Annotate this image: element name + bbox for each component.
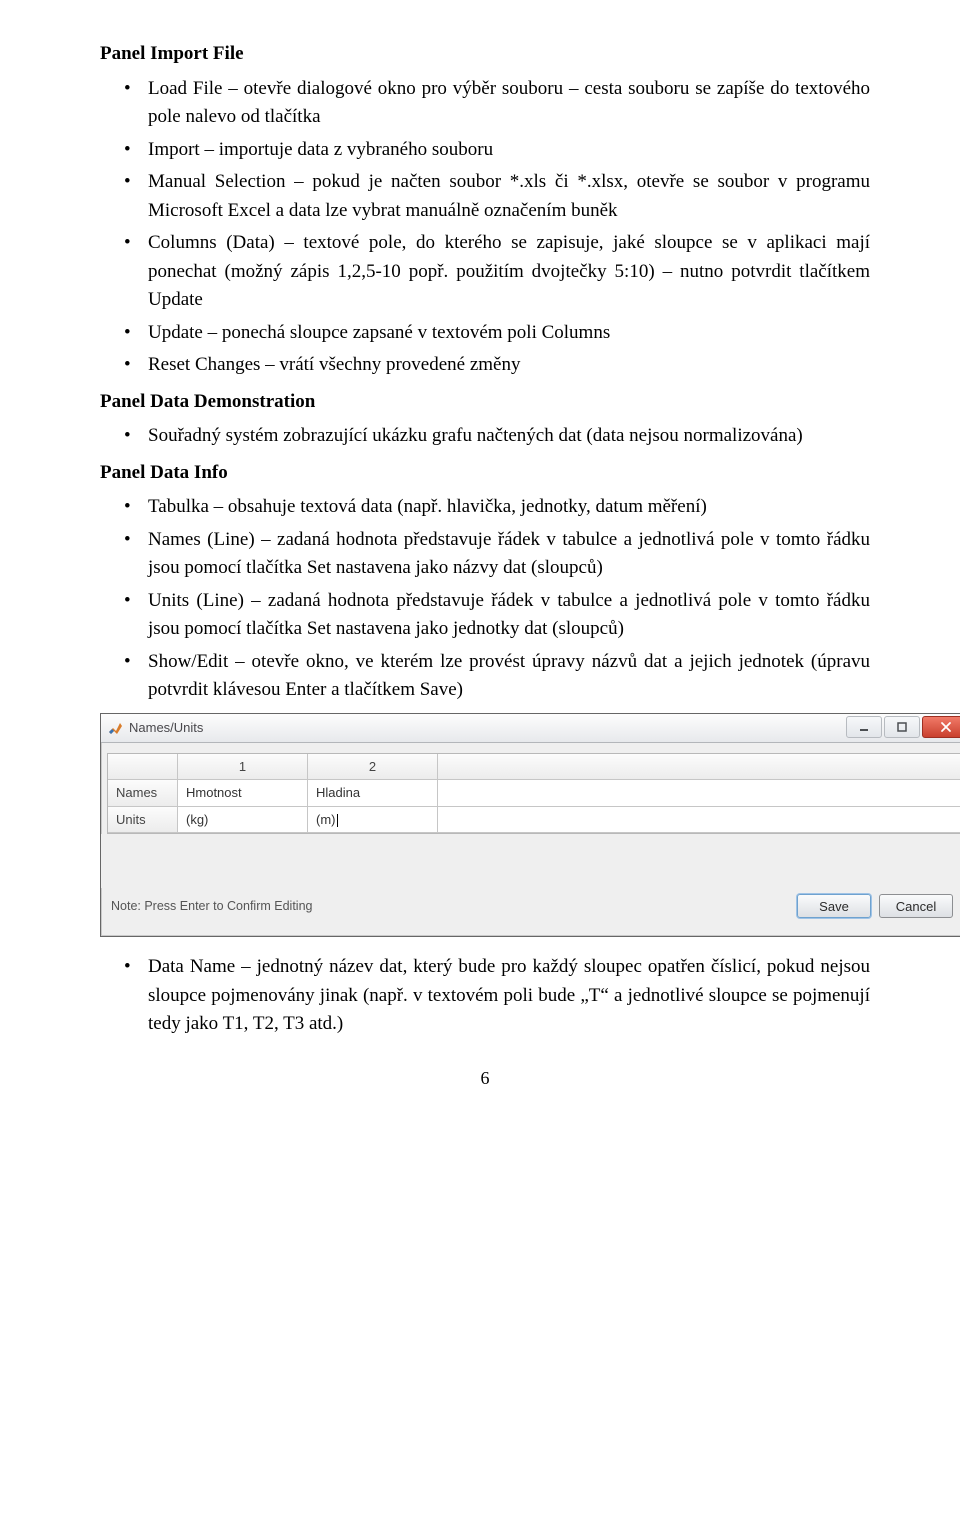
- names-units-window: Names/Units 1 2: [100, 713, 960, 938]
- list-item: Load File – otevře dialogové okno pro vý…: [100, 75, 870, 132]
- window-empty-area: [101, 834, 960, 888]
- editing-note-label: Note: Press Enter to Confirm Editing: [111, 897, 789, 916]
- bullet-list: Souřadný systém zobrazující ukázku grafu…: [100, 422, 870, 451]
- window-titlebar[interactable]: Names/Units: [101, 714, 960, 743]
- text-caret-icon: [337, 814, 338, 827]
- list-item: Reset Changes – vrátí všechny provedené …: [100, 351, 870, 380]
- matlab-icon: [107, 720, 123, 736]
- section-title-data-demonstration: Panel Data Demonstration: [100, 388, 870, 417]
- row-header-units: Units: [108, 807, 178, 834]
- list-item: Manual Selection – pokud je načten soubo…: [100, 168, 870, 225]
- bullet-list: Tabulka – obsahuje textová data (např. h…: [100, 493, 870, 705]
- document-page: Panel Import File Load File – otevře dia…: [0, 0, 960, 1122]
- bullet-list: Data Name – jednotný název dat, který bu…: [100, 953, 870, 1039]
- col-header-2[interactable]: 2: [308, 754, 438, 781]
- list-item: Show/Edit – otevře okno, ve kterém lze p…: [100, 648, 870, 705]
- list-item: Tabulka – obsahuje textová data (např. h…: [100, 493, 870, 522]
- list-item: Names (Line) – zadaná hodnota představuj…: [100, 526, 870, 583]
- section-title-data-info: Panel Data Info: [100, 459, 870, 488]
- col-header-blank: [108, 754, 178, 781]
- list-item: Data Name – jednotný název dat, který bu…: [100, 953, 870, 1039]
- bullet-list: Load File – otevře dialogové okno pro vý…: [100, 75, 870, 380]
- close-button[interactable]: [922, 716, 960, 738]
- section-title-import-file: Panel Import File: [100, 40, 870, 69]
- page-number: 6: [100, 1065, 870, 1092]
- col-header-1[interactable]: 1: [178, 754, 308, 781]
- window-title: Names/Units: [129, 718, 845, 738]
- list-item: Import – importuje data z vybraného soub…: [100, 136, 870, 165]
- list-item: Units (Line) – zadaná hodnota představuj…: [100, 587, 870, 644]
- list-item: Update – ponechá sloupce zapsané v texto…: [100, 319, 870, 348]
- save-button[interactable]: Save: [797, 894, 871, 918]
- row-header-names: Names: [108, 780, 178, 807]
- window-bottom-bar: Note: Press Enter to Confirm Editing Sav…: [101, 888, 960, 926]
- cell-units-1[interactable]: (kg): [178, 807, 308, 834]
- list-item: Souřadný systém zobrazující ukázku grafu…: [100, 422, 870, 451]
- names-units-table[interactable]: 1 2 Names Hmotnost Hladina Units (kg) (m…: [107, 753, 960, 835]
- minimize-button[interactable]: [846, 716, 882, 738]
- window-body: 1 2 Names Hmotnost Hladina Units (kg) (m…: [101, 743, 960, 937]
- cell-names-2[interactable]: Hladina: [308, 780, 438, 807]
- cancel-button[interactable]: Cancel: [879, 894, 953, 918]
- maximize-button[interactable]: [884, 716, 920, 738]
- cell-names-1[interactable]: Hmotnost: [178, 780, 308, 807]
- cell-units-2[interactable]: (m): [308, 807, 438, 834]
- list-item: Columns (Data) – textové pole, do kteréh…: [100, 229, 870, 315]
